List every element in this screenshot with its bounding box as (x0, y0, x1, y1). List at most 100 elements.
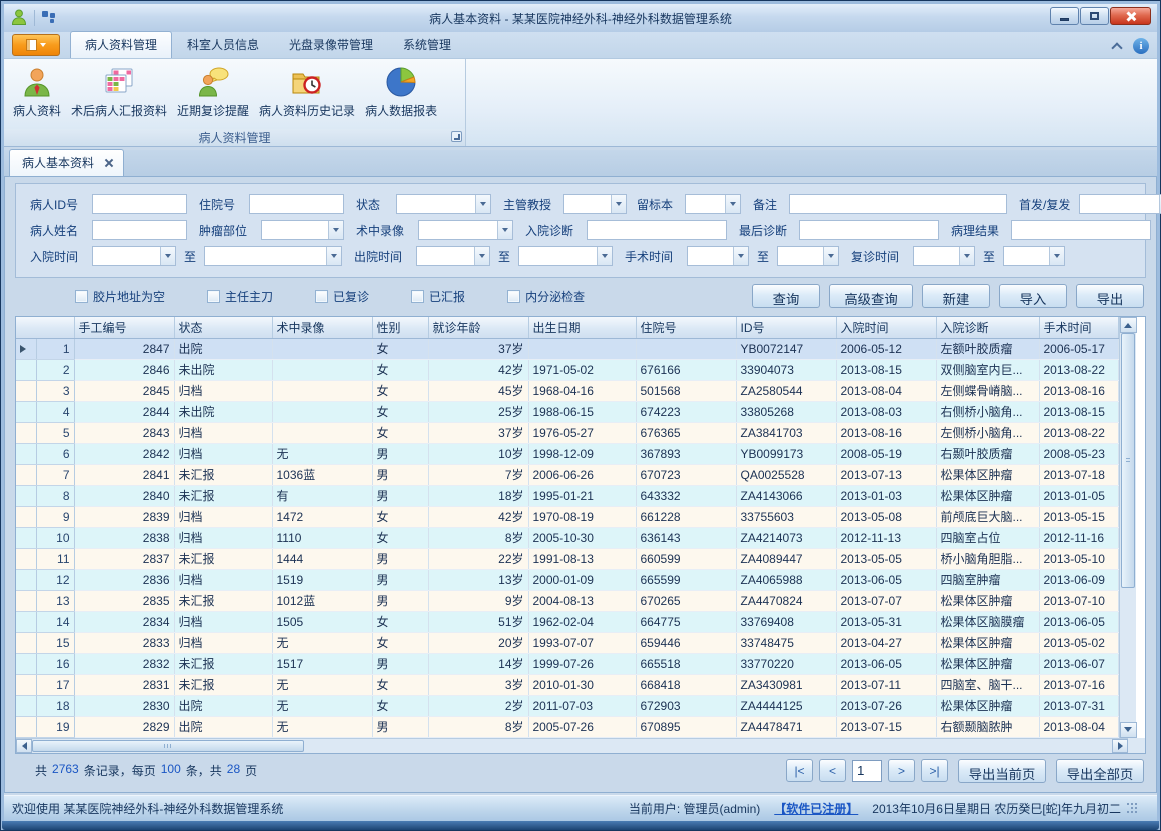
column-header[interactable]: 术中录像 (272, 317, 372, 338)
cell[interactable]: 665518 (636, 653, 736, 674)
cell[interactable]: 男 (372, 464, 428, 485)
postop-report-button[interactable]: 术后病人汇报资料 (66, 63, 172, 121)
cell[interactable]: 37岁 (428, 422, 528, 443)
cell[interactable]: 2832 (74, 653, 174, 674)
cell[interactable]: 归档 (174, 527, 272, 548)
cell[interactable]: 女 (372, 359, 428, 380)
patient-id-input[interactable] (92, 194, 187, 214)
cell[interactable]: 42岁 (428, 359, 528, 380)
cell[interactable]: 1517 (272, 653, 372, 674)
remark-input[interactable] (789, 194, 1007, 214)
cell[interactable]: 45岁 (428, 380, 528, 401)
cell[interactable]: 2837 (74, 548, 174, 569)
row-number-cell[interactable]: 7 (36, 464, 74, 485)
table-row[interactable]: 52843归档女37岁1976-05-27676365ZA38417032013… (16, 422, 1118, 443)
cell[interactable]: 男 (372, 716, 428, 737)
cell[interactable]: 2013-06-07 (1039, 653, 1118, 674)
cell[interactable]: 2013-05-31 (836, 611, 936, 632)
table-row[interactable]: 132835未汇报1012蓝男9岁2004-08-13670265ZA44708… (16, 590, 1118, 611)
cell[interactable]: 松果体区肿瘤 (936, 464, 1039, 485)
cell[interactable]: 660599 (636, 548, 736, 569)
ribbon-tab-disc-management[interactable]: 光盘录像带管理 (274, 31, 388, 58)
cell[interactable]: 1988-06-15 (528, 401, 636, 422)
column-header[interactable]: 入院时间 (836, 317, 936, 338)
cell[interactable]: 右颞叶胶质瘤 (936, 443, 1039, 464)
cell[interactable]: 2013-06-09 (1039, 569, 1118, 590)
row-number-cell[interactable]: 4 (36, 401, 74, 422)
cell[interactable]: 2838 (74, 527, 174, 548)
cell[interactable]: 2013-07-13 (836, 464, 936, 485)
cell[interactable]: 归档 (174, 632, 272, 653)
cell[interactable]: 2013-05-05 (836, 548, 936, 569)
info-icon[interactable]: i (1133, 38, 1149, 54)
tab-close-icon[interactable] (104, 158, 113, 167)
ribbon-tab-patient-management[interactable]: 病人资料管理 (70, 31, 172, 58)
cell[interactable]: 2013-07-10 (1039, 590, 1118, 611)
cell[interactable]: 未出院 (174, 401, 272, 422)
cell[interactable]: 2005-07-26 (528, 716, 636, 737)
cell[interactable]: 四脑室占位 (936, 527, 1039, 548)
cell[interactable]: 松果体区肿瘤 (936, 632, 1039, 653)
cell[interactable]: 2013-08-16 (836, 422, 936, 443)
cell[interactable]: 2830 (74, 695, 174, 716)
cell[interactable]: 676166 (636, 359, 736, 380)
revisit-date-from-combo[interactable] (913, 246, 975, 266)
cell[interactable]: QA0025528 (736, 464, 836, 485)
query-button[interactable]: 查询 (752, 284, 820, 308)
cell[interactable]: 659446 (636, 632, 736, 653)
checkbox-revisited[interactable]: 已复诊 (315, 288, 369, 305)
cell[interactable]: 1968-04-16 (528, 380, 636, 401)
cell[interactable]: 女 (372, 338, 428, 359)
export-current-page-button[interactable]: 导出当前页 (958, 759, 1046, 783)
cell[interactable]: 右侧桥小脑角... (936, 401, 1039, 422)
cell[interactable]: ZA4089447 (736, 548, 836, 569)
cell[interactable]: 10岁 (428, 443, 528, 464)
cell[interactable]: 松果体区脑膜瘤 (936, 611, 1039, 632)
cell[interactable]: YB0072147 (736, 338, 836, 359)
column-header[interactable]: 手术时间 (1039, 317, 1118, 338)
cell[interactable]: 女 (372, 695, 428, 716)
cell[interactable]: 33755603 (736, 506, 836, 527)
intraop-video-combo[interactable] (418, 220, 513, 240)
cell[interactable] (636, 338, 736, 359)
table-row[interactable]: 72841未汇报1036蓝男7岁2006-06-26670723QA002552… (16, 464, 1118, 485)
cell[interactable]: 未汇报 (174, 590, 272, 611)
cell[interactable]: 1012蓝 (272, 590, 372, 611)
cell[interactable]: 25岁 (428, 401, 528, 422)
cell[interactable]: 左侧桥小脑角... (936, 422, 1039, 443)
row-number-cell[interactable]: 13 (36, 590, 74, 611)
cell[interactable]: 男 (372, 485, 428, 506)
table-row[interactable]: 82840未汇报有男18岁1995-01-21643332ZA414306620… (16, 485, 1118, 506)
cell[interactable]: 出院 (174, 338, 272, 359)
cell[interactable]: 2846 (74, 359, 174, 380)
cell[interactable]: 2842 (74, 443, 174, 464)
column-header[interactable]: 手工编号 (74, 317, 174, 338)
cell[interactable]: 2013-05-08 (836, 506, 936, 527)
ribbon-tab-staff-info[interactable]: 科室人员信息 (172, 31, 274, 58)
admission-number-input[interactable] (249, 194, 344, 214)
column-header[interactable]: 性别 (372, 317, 428, 338)
cell[interactable]: 2013-05-02 (1039, 632, 1118, 653)
cell[interactable]: 1962-02-04 (528, 611, 636, 632)
first-page-button[interactable]: |< (786, 759, 813, 782)
table-row[interactable]: 192829出院无男8岁2005-07-26670895ZA4478471201… (16, 716, 1118, 737)
cell[interactable]: 2013-08-04 (1039, 716, 1118, 737)
cell[interactable]: 女 (372, 674, 428, 695)
vertical-scrollbar[interactable] (1119, 317, 1136, 738)
scroll-left-button[interactable] (16, 739, 32, 753)
cell[interactable]: ZA4470824 (736, 590, 836, 611)
cell[interactable]: 2013-07-16 (1039, 674, 1118, 695)
cell[interactable]: 无 (272, 674, 372, 695)
cell[interactable]: 33769408 (736, 611, 836, 632)
cell[interactable]: 2013-08-22 (1039, 422, 1118, 443)
prev-page-button[interactable]: < (819, 759, 846, 782)
cell[interactable]: 2013-08-16 (1039, 380, 1118, 401)
cell[interactable]: 出院 (174, 716, 272, 737)
horizontal-scroll-thumb[interactable] (32, 740, 304, 752)
cell[interactable]: 2012-11-13 (836, 527, 936, 548)
row-number-cell[interactable]: 19 (36, 716, 74, 737)
cell[interactable] (272, 422, 372, 443)
cell[interactable]: 1036蓝 (272, 464, 372, 485)
cell[interactable]: 2847 (74, 338, 174, 359)
cell[interactable]: 670723 (636, 464, 736, 485)
